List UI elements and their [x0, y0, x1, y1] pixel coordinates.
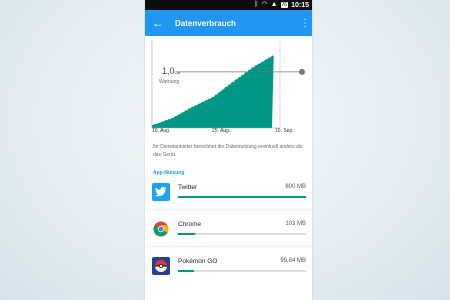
usage-bar [178, 196, 306, 198]
usage-bar [178, 270, 306, 272]
app-name: Twitter [178, 184, 198, 191]
usage-bar-fill [178, 196, 306, 198]
twitter-icon [152, 183, 170, 201]
page-title: Datenverbrauch [175, 18, 236, 28]
app-name: Pokémon GO [178, 258, 218, 265]
section-title-app-usage: App-Nutzung [153, 170, 185, 176]
warning-label: Warnung [159, 79, 180, 85]
app-bar: ← Datenverbrauch ⋮ [145, 10, 312, 36]
list-item-chrome[interactable]: Chrome 103 MB [145, 217, 312, 247]
usage-chart-svg [151, 41, 305, 129]
chrome-icon [152, 220, 170, 238]
bluetooth-icon: ᛒ [254, 1, 259, 8]
x-tick-mid: 25. Aug. [212, 128, 231, 134]
status-time: 10:15 [291, 1, 309, 9]
battery-indicator: 76 [280, 2, 289, 8]
app-usage-value: 800 MB [285, 184, 306, 190]
pokemon-go-icon [152, 257, 170, 275]
signal-icon: ▲ [270, 1, 278, 8]
usage-bar-fill [178, 233, 195, 235]
app-usage-value: 99,84 MB [280, 258, 306, 264]
usage-bar [178, 233, 306, 235]
usage-chart [145, 36, 312, 138]
list-item-twitter[interactable]: Twitter 800 MB [145, 180, 312, 210]
app-name: Chrome [178, 221, 202, 228]
status-bar: ᛒ ◠ ▲ 76 10:15 [145, 0, 312, 10]
wifi-icon: ◠ [261, 1, 268, 8]
phone-screen: ᛒ ◠ ▲ 76 10:15 ← Datenverbrauch ⋮ 1,0GB … [145, 0, 312, 300]
usage-bar-fill [178, 270, 194, 272]
x-tick-end: 10. Sep. [275, 128, 294, 134]
divider [145, 209, 312, 210]
divider [145, 246, 312, 247]
app-usage-value: 103 MB [285, 221, 306, 227]
warning-value-label: 1,0GB [162, 66, 181, 76]
list-item-pokemon-go[interactable]: Pokémon GO 99,84 MB [145, 254, 312, 284]
arrow-back-icon[interactable]: ← [145, 16, 171, 30]
more-vert-icon[interactable]: ⋮ [298, 18, 312, 29]
x-tick-start: 10. Aug. [152, 128, 171, 134]
carrier-note: Ihr Dienstanbieter berechnet die Datennu… [153, 144, 303, 158]
warning-line-handle[interactable] [299, 68, 305, 75]
